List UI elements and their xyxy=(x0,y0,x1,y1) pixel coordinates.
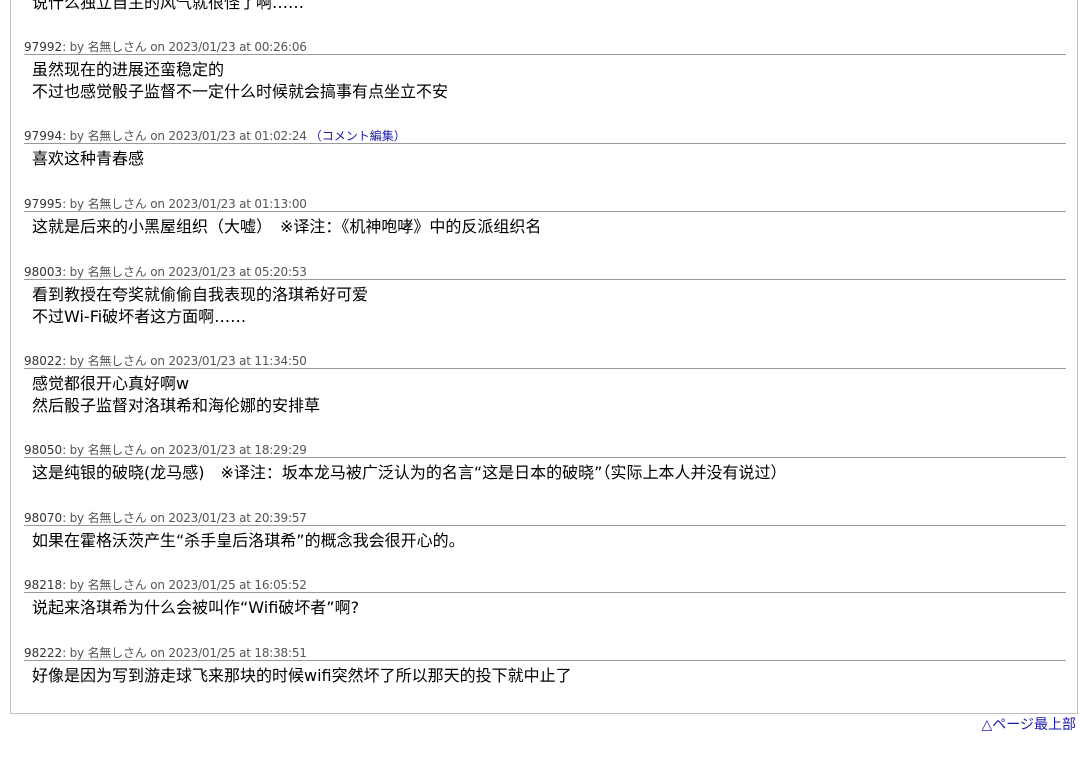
edit-comment-link[interactable]: （コメント編集） xyxy=(310,129,406,143)
comment-header: 97992: by 名無しさん on 2023/01/23 at 00:26:0… xyxy=(24,40,1066,55)
comment-header: 98003: by 名無しさん on 2023/01/23 at 05:20:5… xyxy=(24,265,1066,280)
comment-meta: : by 名無しさん on 2023/01/23 at 11:34:50 xyxy=(62,354,307,368)
page-top-link[interactable]: △ページ最上部 xyxy=(982,716,1077,734)
comment-meta: : by 名無しさん on 2023/01/23 at 00:26:06 xyxy=(62,40,307,54)
comment-header: 98222: by 名無しさん on 2023/01/25 at 18:38:5… xyxy=(24,646,1066,661)
previous-comment-tail: 说什么独立自主的风气就很怪了啊…… xyxy=(32,0,305,12)
comment-body: 感觉都很开心真好啊w 然后骰子监督对洛琪希和海伦娜的安排草 xyxy=(24,369,1066,417)
comment-body: 虽然现在的进展还蛮稳定的 不过也感觉骰子监督不一定什么时候就会搞事有点坐立不安 xyxy=(24,55,1066,103)
comment-number: 97994 xyxy=(24,129,63,143)
comment-number: 98218 xyxy=(24,578,63,592)
comment-meta: : by 名無しさん on 2023/01/25 at 16:05:52 xyxy=(62,578,307,592)
comment-meta: : by 名無しさん on 2023/01/23 at 18:29:29 xyxy=(62,443,307,457)
comment-item: 97994: by 名無しさん on 2023/01/23 at 01:02:2… xyxy=(24,129,1066,170)
comment-header: 97995: by 名無しさん on 2023/01/23 at 01:13:0… xyxy=(24,197,1066,212)
comment-item: 98022: by 名無しさん on 2023/01/23 at 11:34:5… xyxy=(24,354,1066,417)
comment-header: 98050: by 名無しさん on 2023/01/23 at 18:29:2… xyxy=(24,443,1066,458)
comment-item: 98003: by 名無しさん on 2023/01/23 at 05:20:5… xyxy=(24,265,1066,328)
comment-item: 97992: by 名無しさん on 2023/01/23 at 00:26:0… xyxy=(24,40,1066,103)
comment-number: 98222 xyxy=(24,646,63,660)
comment-line: 这是纯银的破晓(龙马感) ※译注：坂本龙马被广泛认为的名言“这是日本的破晓”（实… xyxy=(32,463,787,482)
comment-line: 喜欢这种青春感 xyxy=(32,149,145,168)
comment-item: 97995: by 名無しさん on 2023/01/23 at 01:13:0… xyxy=(24,197,1066,238)
comment-body: 说起来洛琪希为什么会被叫作“Wifi破坏者”啊? xyxy=(24,593,1066,619)
comment-body: 这是纯银的破晓(龙马感) ※译注：坂本龙马被广泛认为的名言“这是日本的破晓”（实… xyxy=(24,458,1066,484)
comment-body: 好像是因为写到游走球飞来那块的时候wifi突然坏了所以那天的投下就中止了 xyxy=(24,661,1066,687)
comment-header: 98022: by 名無しさん on 2023/01/23 at 11:34:5… xyxy=(24,354,1066,369)
comment-item: 98218: by 名無しさん on 2023/01/25 at 16:05:5… xyxy=(24,578,1066,619)
comments-section: 说什么独立自主的风气就很怪了啊…… 97992: by 名無しさん on 202… xyxy=(10,0,1078,714)
comment-meta: : by 名無しさん on 2023/01/23 at 05:20:53 xyxy=(62,265,307,279)
comment-line: 好像是因为写到游走球飞来那块的时候wifi突然坏了所以那天的投下就中止了 xyxy=(32,666,572,685)
comment-number: 98050 xyxy=(24,443,63,457)
comment-body: 这就是后来的小黑屋组织（大嘘） ※译注：《机神咆哮》中的反派组织名 xyxy=(24,212,1066,238)
comment-meta: : by 名無しさん on 2023/01/25 at 18:38:51 xyxy=(62,646,307,660)
comment-body: 如果在霍格沃茨产生“杀手皇后洛琪希”的概念我会很开心的。 xyxy=(24,526,1066,552)
comment-line: 感觉都很开心真好啊w xyxy=(32,374,190,393)
comment-header: 98070: by 名無しさん on 2023/01/23 at 20:39:5… xyxy=(24,511,1066,526)
comment-item: 98222: by 名無しさん on 2023/01/25 at 18:38:5… xyxy=(24,646,1066,687)
comment-line: 不过也感觉骰子监督不一定什么时候就会搞事有点坐立不安 xyxy=(32,82,449,101)
comment-meta: : by 名無しさん on 2023/01/23 at 01:02:24 xyxy=(62,129,307,143)
comment-number: 98003 xyxy=(24,265,63,279)
comment-body: 喜欢这种青春感 xyxy=(24,144,1066,170)
comment-item: 98050: by 名無しさん on 2023/01/23 at 18:29:2… xyxy=(24,443,1066,484)
comment-line: 说起来洛琪希为什么会被叫作“Wifi破坏者”啊? xyxy=(32,598,360,617)
comment-meta: : by 名無しさん on 2023/01/23 at 01:13:00 xyxy=(62,197,307,211)
comment-line: 看到教授在夸奖就偷偷自我表现的洛琪希好可爱 xyxy=(32,285,369,304)
comment-number: 98022 xyxy=(24,354,63,368)
comment-line: 虽然现在的进展还蛮稳定的 xyxy=(32,60,225,79)
comment-line: 如果在霍格沃茨产生“杀手皇后洛琪希”的概念我会很开心的。 xyxy=(32,531,465,550)
comment-meta: : by 名無しさん on 2023/01/23 at 20:39:57 xyxy=(62,511,307,525)
comment-number: 97995 xyxy=(24,197,63,211)
comment-header: 97994: by 名無しさん on 2023/01/23 at 01:02:2… xyxy=(24,129,1066,144)
comment-body: 看到教授在夸奖就偷偷自我表现的洛琪希好可爱 不过Wi-Fi破坏者这方面啊…… xyxy=(24,280,1066,328)
comment-line: 不过Wi-Fi破坏者这方面啊…… xyxy=(32,307,247,326)
comment-number: 98070 xyxy=(24,511,63,525)
comment-line: 然后骰子监督对洛琪希和海伦娜的安排草 xyxy=(32,396,321,415)
comment-item: 98070: by 名無しさん on 2023/01/23 at 20:39:5… xyxy=(24,511,1066,552)
comment-line: 这就是后来的小黑屋组织（大嘘） ※译注：《机神咆哮》中的反派组织名 xyxy=(32,217,542,236)
comment-header: 98218: by 名無しさん on 2023/01/25 at 16:05:5… xyxy=(24,578,1066,593)
comment-number: 97992 xyxy=(24,40,63,54)
